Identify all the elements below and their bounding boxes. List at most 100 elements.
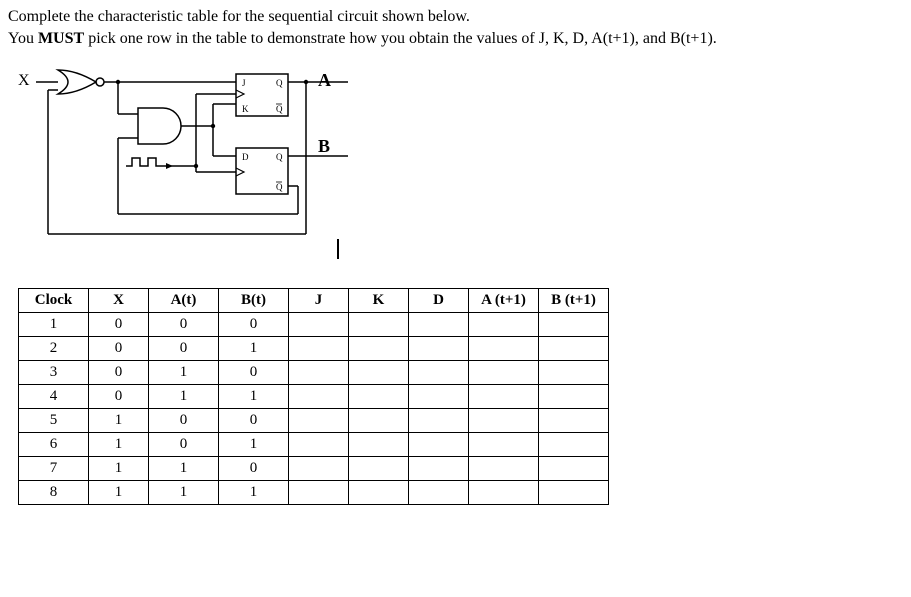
jk-q-label: Q [276, 78, 283, 88]
cell-x: 1 [89, 481, 149, 505]
cell-x: 0 [89, 313, 149, 337]
cell-bt: 1 [219, 481, 289, 505]
cell-j [289, 337, 349, 361]
cell-at1 [469, 385, 539, 409]
cell-clock: 3 [19, 361, 89, 385]
cell-k [349, 361, 409, 385]
cell-at1 [469, 457, 539, 481]
th-k: K [349, 289, 409, 313]
table-row: 5100 [19, 409, 609, 433]
jk-j-label: J [242, 78, 246, 88]
d-q-label: Q [276, 152, 283, 162]
table-row: 7110 [19, 457, 609, 481]
cell-at1 [469, 313, 539, 337]
cell-d [409, 409, 469, 433]
cell-clock: 7 [19, 457, 89, 481]
cell-clock: 1 [19, 313, 89, 337]
cell-at: 1 [149, 385, 219, 409]
cell-bt: 0 [219, 361, 289, 385]
question-line-1: Complete the characteristic table for th… [8, 8, 903, 26]
cell-j [289, 361, 349, 385]
cell-clock: 5 [19, 409, 89, 433]
cell-bt: 0 [219, 409, 289, 433]
cell-at1 [469, 361, 539, 385]
cell-clock: 8 [19, 481, 89, 505]
cell-at: 1 [149, 457, 219, 481]
cell-clock: 2 [19, 337, 89, 361]
cell-x: 0 [89, 385, 149, 409]
cell-bt1 [539, 481, 609, 505]
cell-d [409, 361, 469, 385]
cell-k [349, 313, 409, 337]
circuit-svg: J Q K Q D Q Q [18, 64, 378, 264]
th-j: J [289, 289, 349, 313]
th-at1: A (t+1) [469, 289, 539, 313]
cell-j [289, 409, 349, 433]
cell-j [289, 481, 349, 505]
output-b-label: B [318, 136, 330, 157]
cell-k [349, 433, 409, 457]
cell-d [409, 313, 469, 337]
th-clock: Clock [19, 289, 89, 313]
cell-x: 1 [89, 457, 149, 481]
cell-j [289, 433, 349, 457]
table-row: 4011 [19, 385, 609, 409]
output-a-label: A [318, 70, 331, 91]
text-prefix: You [8, 30, 38, 47]
table-row: 8111 [19, 481, 609, 505]
input-x-label: X [18, 72, 30, 90]
clock-pulse-icon [126, 158, 173, 169]
question-line-2: You MUST pick one row in the table to de… [8, 30, 903, 48]
cell-at: 0 [149, 409, 219, 433]
table-body: 10002001301040115100610171108111 [19, 313, 609, 505]
cell-d [409, 385, 469, 409]
cell-j [289, 457, 349, 481]
cell-k [349, 481, 409, 505]
cell-at: 1 [149, 481, 219, 505]
characteristic-table: Clock X A(t) B(t) J K D A (t+1) B (t+1) … [18, 288, 609, 505]
cell-bt: 1 [219, 337, 289, 361]
svg-text:Q: Q [276, 104, 283, 114]
cell-clock: 4 [19, 385, 89, 409]
cell-bt1 [539, 385, 609, 409]
cell-bt: 0 [219, 457, 289, 481]
cell-k [349, 385, 409, 409]
th-at: A(t) [149, 289, 219, 313]
cell-x: 0 [89, 361, 149, 385]
table-row: 6101 [19, 433, 609, 457]
cell-x: 1 [89, 433, 149, 457]
th-x: X [89, 289, 149, 313]
cell-at: 1 [149, 361, 219, 385]
th-bt: B(t) [219, 289, 289, 313]
cell-bt1 [539, 361, 609, 385]
cell-bt1 [539, 313, 609, 337]
circuit-diagram: X A B J Q K Q [18, 64, 378, 264]
text-must: MUST [38, 30, 84, 47]
cell-at1 [469, 481, 539, 505]
d-d-label: D [242, 152, 249, 162]
cell-bt1 [539, 409, 609, 433]
th-d: D [409, 289, 469, 313]
cell-clock: 6 [19, 433, 89, 457]
cell-j [289, 313, 349, 337]
th-bt1: B (t+1) [539, 289, 609, 313]
table-row: 2001 [19, 337, 609, 361]
table-row: 3010 [19, 361, 609, 385]
cell-k [349, 409, 409, 433]
cell-d [409, 481, 469, 505]
cell-d [409, 457, 469, 481]
cell-x: 1 [89, 409, 149, 433]
cell-bt1 [539, 433, 609, 457]
cell-bt: 1 [219, 433, 289, 457]
cell-k [349, 457, 409, 481]
cell-at1 [469, 409, 539, 433]
cell-at: 0 [149, 433, 219, 457]
cell-k [349, 337, 409, 361]
cell-j [289, 385, 349, 409]
cell-d [409, 337, 469, 361]
cell-bt1 [539, 337, 609, 361]
cell-bt: 0 [219, 313, 289, 337]
cell-bt: 1 [219, 385, 289, 409]
cell-at: 0 [149, 313, 219, 337]
cell-at1 [469, 337, 539, 361]
